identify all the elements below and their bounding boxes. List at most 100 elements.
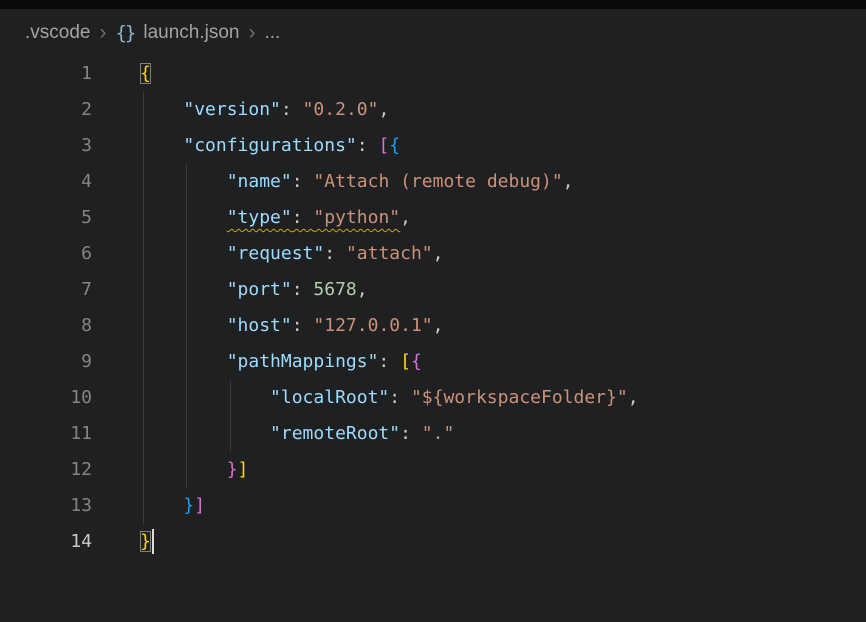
code-token: } (183, 495, 194, 516)
code-line[interactable]: 11 "remoteRoot": "." (0, 416, 866, 452)
code-token: ] (194, 495, 205, 516)
code-line[interactable]: 6 "request": "attach", (0, 236, 866, 272)
line-number[interactable]: 7 (0, 272, 100, 308)
code-line[interactable]: 5 "type": "python", (0, 200, 866, 236)
indent-guide (143, 416, 144, 452)
line-number[interactable]: 6 (0, 236, 100, 272)
editor[interactable]: 1{2 "version": "0.2.0",3 "configurations… (0, 56, 866, 560)
indent-guide (230, 416, 231, 452)
code-content: "version": "0.2.0", (100, 92, 866, 128)
chevron-right-icon: › (99, 22, 106, 43)
line-number[interactable]: 4 (0, 164, 100, 200)
code-token: : (324, 243, 346, 264)
code-token: : (292, 207, 314, 228)
line-number[interactable]: 10 (0, 380, 100, 416)
code-token: : (292, 315, 314, 336)
code-token: "pathMappings" (227, 351, 379, 372)
indent-guide (143, 380, 144, 416)
indent-guide (143, 272, 144, 308)
code-token: "request" (227, 243, 325, 264)
line-number[interactable]: 1 (0, 56, 100, 92)
line-number[interactable]: 2 (0, 92, 100, 128)
code-token (140, 315, 227, 336)
code-token: : (357, 135, 379, 156)
code-content: } (100, 524, 866, 560)
code-token: : (292, 279, 314, 300)
indent-guide (143, 488, 144, 524)
code-content: "remoteRoot": "." (100, 416, 866, 452)
code-token: "0.2.0" (303, 99, 379, 120)
json-file-icon: {} (115, 22, 134, 44)
code-token (140, 351, 227, 372)
code-token: { (411, 351, 422, 372)
code-token: "host" (227, 315, 292, 336)
line-number[interactable]: 8 (0, 308, 100, 344)
line-number[interactable]: 3 (0, 128, 100, 164)
line-number[interactable]: 14 (0, 524, 100, 560)
code-token: } (227, 459, 238, 480)
code-token: "remoteRoot" (270, 423, 400, 444)
code-line[interactable]: 9 "pathMappings": [{ (0, 344, 866, 380)
code-content: "pathMappings": [{ (100, 344, 866, 380)
code-line[interactable]: 10 "localRoot": "${workspaceFolder}", (0, 380, 866, 416)
line-number[interactable]: 11 (0, 416, 100, 452)
code-token: , (563, 171, 574, 192)
code-content: "localRoot": "${workspaceFolder}", (100, 380, 866, 416)
indent-guide (186, 272, 187, 308)
code-content: "name": "Attach (remote debug)", (100, 164, 866, 200)
code-token: "type" (227, 207, 292, 228)
code-content: "host": "127.0.0.1", (100, 308, 866, 344)
tab-bar-edge (0, 0, 866, 9)
indent-guide (186, 236, 187, 272)
breadcrumb-more[interactable]: ... (265, 22, 281, 44)
code-line[interactable]: 12 }] (0, 452, 866, 488)
code-token: "." (422, 423, 455, 444)
code-line[interactable]: 2 "version": "0.2.0", (0, 92, 866, 128)
code-content: "request": "attach", (100, 236, 866, 272)
code-line[interactable]: 7 "port": 5678, (0, 272, 866, 308)
code-token: : (389, 387, 411, 408)
indent-guide (186, 344, 187, 380)
code-token: "Attach (remote debug)" (313, 171, 562, 192)
code-token: "${workspaceFolder}" (411, 387, 628, 408)
indent-guide (186, 308, 187, 344)
code-token: "python" (313, 207, 400, 228)
code-content: "configurations": [{ (100, 128, 866, 164)
matched-bracket-token: } (140, 531, 151, 552)
code-token: , (400, 207, 411, 228)
indent-guide (186, 416, 187, 452)
code-line[interactable]: 4 "name": "Attach (remote debug)", (0, 164, 866, 200)
code-token: ] (238, 459, 249, 480)
breadcrumb-folder[interactable]: .vscode (25, 22, 90, 44)
code-token (140, 495, 183, 516)
code-line[interactable]: 13 }] (0, 488, 866, 524)
code-line[interactable]: 8 "host": "127.0.0.1", (0, 308, 866, 344)
code-token (140, 207, 227, 228)
code-line[interactable]: 1{ (0, 56, 866, 92)
code-line[interactable]: 3 "configurations": [{ (0, 128, 866, 164)
indent-guide (143, 92, 144, 128)
line-number[interactable]: 9 (0, 344, 100, 380)
indent-guide (186, 380, 187, 416)
line-number[interactable]: 12 (0, 452, 100, 488)
code-token: [ (400, 351, 411, 372)
line-number[interactable]: 13 (0, 488, 100, 524)
code-token: "version" (183, 99, 281, 120)
code-token: "port" (227, 279, 292, 300)
code-token (140, 135, 183, 156)
indent-guide (143, 128, 144, 164)
code-token: : (400, 423, 422, 444)
breadcrumb: .vscode › {} launch.json › ... (0, 9, 866, 56)
indent-guide (143, 308, 144, 344)
code-token: : (292, 171, 314, 192)
breadcrumb-file[interactable]: launch.json (143, 22, 239, 44)
code-token: { (389, 135, 400, 156)
code-token: "127.0.0.1" (313, 315, 432, 336)
code-token: : (378, 351, 400, 372)
indent-guide (143, 236, 144, 272)
code-line[interactable]: 14} (0, 524, 866, 560)
code-token: , (357, 279, 368, 300)
line-number[interactable]: 5 (0, 200, 100, 236)
code-token: , (433, 315, 444, 336)
code-content: { (100, 56, 866, 92)
